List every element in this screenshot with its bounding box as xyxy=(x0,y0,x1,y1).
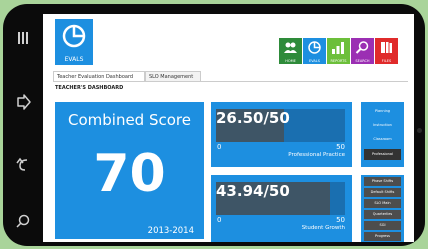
files-icon xyxy=(381,42,392,53)
nav-label: SEARCH xyxy=(355,59,370,63)
back-icon[interactable] xyxy=(13,154,33,174)
people-icon xyxy=(284,42,297,53)
nav-home-button[interactable]: HOME xyxy=(279,38,302,64)
student-growth-card[interactable]: 43.94/50 0 50 Student Growth xyxy=(211,175,352,242)
camera-dot xyxy=(417,128,422,133)
option-slo-main-button[interactable]: SLO Main xyxy=(364,199,401,208)
score-name: Student Growth xyxy=(301,225,345,231)
option-sgi-button[interactable]: SGI xyxy=(364,221,401,230)
score-value: 43.94/50 xyxy=(216,182,290,200)
tablet-device: EVALS HOME EVALS REPORTS SEARCH FILES Te… xyxy=(3,4,425,246)
pie-chart-icon xyxy=(62,24,86,48)
combined-score-card: Combined Score 70 2013-2014 xyxy=(55,102,204,239)
domain-classroom-button[interactable]: Classroom xyxy=(364,134,401,145)
recent-apps-icon[interactable] xyxy=(13,28,33,48)
score-name: Professional Practice xyxy=(288,152,345,158)
tab-teacher-evaluation-dashboard[interactable]: Teacher Evaluation Dashboard xyxy=(53,71,145,81)
nav-reports-button[interactable]: REPORTS xyxy=(327,38,350,64)
app-screen: EVALS HOME EVALS REPORTS SEARCH FILES Te… xyxy=(43,14,414,242)
search-icon[interactable] xyxy=(13,212,33,232)
scale-max: 50 xyxy=(336,143,345,151)
school-year: 2013-2014 xyxy=(147,226,194,236)
nav-search-button[interactable]: SEARCH xyxy=(351,38,374,64)
domain-planning-button[interactable]: Planning xyxy=(364,106,401,117)
nav-evals-button[interactable]: EVALS xyxy=(303,38,326,64)
magnifier-icon xyxy=(355,41,369,54)
nav-files-button[interactable]: FILES xyxy=(375,38,398,64)
tab-slo-management[interactable]: SLO Management xyxy=(145,71,201,81)
option-default-shifts-button[interactable]: Default Shifts xyxy=(364,188,401,197)
scale-min: 0 xyxy=(217,143,222,151)
bar-chart-icon xyxy=(332,42,344,54)
professional-practice-card[interactable]: 26.50/50 0 50 Professional Practice xyxy=(211,102,352,167)
combined-score-value: 70 xyxy=(93,144,166,204)
nav-label: REPORTS xyxy=(330,59,347,63)
professional-practice-domains: Planning Instruction Classroom Professio… xyxy=(361,102,404,167)
domain-professional-button[interactable]: Professional xyxy=(364,149,401,160)
option-phase-shifts-button[interactable]: Phase Shifts xyxy=(364,177,401,186)
option-progress-button[interactable]: Progress xyxy=(364,232,401,241)
forward-arrow-icon[interactable] xyxy=(13,92,33,112)
app-header: EVALS HOME EVALS REPORTS SEARCH FILES xyxy=(43,14,414,70)
domain-instruction-button[interactable]: Instruction xyxy=(364,120,401,131)
logo-text: EVALS xyxy=(64,56,84,63)
score-value: 26.50/50 xyxy=(216,109,290,127)
scale-min: 0 xyxy=(217,216,222,224)
tab-divider xyxy=(53,81,408,82)
page-title: TEACHER'S DASHBOARD xyxy=(55,85,124,91)
scale-max: 50 xyxy=(336,216,345,224)
nav-label: HOME xyxy=(285,59,296,63)
combined-score-title: Combined Score xyxy=(68,111,191,129)
option-quarterlies-button[interactable]: Quarterlies xyxy=(364,210,401,219)
system-nav-bar xyxy=(3,4,43,246)
app-logo[interactable]: EVALS xyxy=(55,19,93,65)
student-growth-options: Phase Shifts Default Shifts SLO Main Qua… xyxy=(361,175,404,242)
nav-label: FILES xyxy=(381,59,392,63)
nav-label: EVALS xyxy=(309,59,320,63)
pie-chart-icon xyxy=(308,41,321,54)
